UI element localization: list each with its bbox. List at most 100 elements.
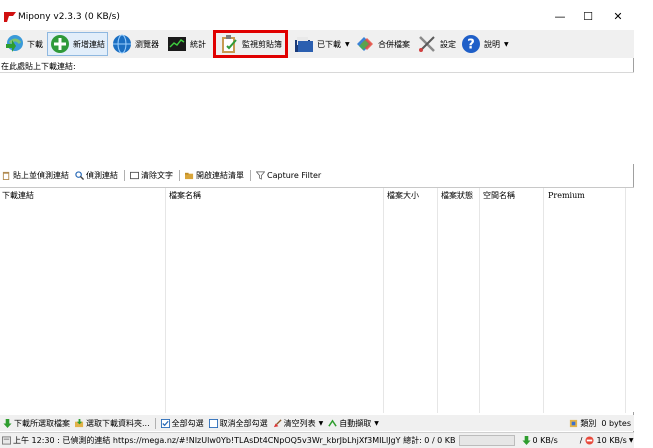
help-label: 說明 [484, 39, 500, 49]
browser-label: 瀏覽器 [135, 39, 159, 49]
chevron-down-icon: ▼ [374, 419, 379, 427]
deselect-all-label: 取消全部勾選 [219, 418, 268, 428]
help-button[interactable]: ? 說明 ▼ [461, 32, 509, 56]
stats-label: 統計 [190, 39, 206, 49]
bottom-toolbar: 下載所選取檔案 選取下載資料夾... 全部勾選 取消全部勾選 清空列表 ▼ 自動… [0, 415, 634, 431]
status-info-icon [2, 436, 11, 445]
auto-capture-button[interactable]: 自動擷取 ▼ [328, 418, 379, 429]
select-folder-button[interactable]: 選取下載資料夾... [75, 418, 150, 429]
toolbar-separator [250, 169, 251, 181]
detect-links-label: 偵測連結 [86, 170, 118, 180]
clear-text-button[interactable]: 清除文字 [130, 170, 173, 181]
download-globe-icon [6, 35, 23, 52]
settings-button[interactable]: 設定 [417, 32, 456, 56]
minimize-button[interactable]: — [546, 8, 574, 26]
column-header-filesize[interactable]: 檔案大小 [385, 188, 419, 204]
clear-text-label: 清除文字 [141, 170, 173, 180]
open-link-list-button[interactable]: 開啟連結清單 [185, 170, 244, 181]
new-link-label: 新增連結 [73, 39, 105, 49]
detect-links-button[interactable]: 偵測連結 [75, 170, 118, 181]
toolbar-separator [124, 169, 125, 181]
folder-arrow-icon [75, 418, 84, 427]
chevron-down-icon[interactable]: ▼ [629, 437, 634, 444]
column-divider [437, 188, 438, 413]
paste-hint: 在此處貼上下載連結: [1, 62, 76, 71]
open-folder-icon [185, 172, 194, 179]
clear-text-icon [130, 171, 139, 179]
download-button[interactable]: 下載 [4, 32, 43, 56]
column-divider [383, 188, 384, 413]
auto-capture-icon [328, 419, 337, 427]
column-header-filename[interactable]: 檔案名稱 [167, 188, 201, 204]
main-toolbar: 下載 新增連結 瀏覽器 統計 監視剪貼簿 已下載 ▼ 合併檔案 設定 ? 說明 … [0, 30, 634, 58]
download-selected-label: 下載所選取檔案 [14, 418, 70, 428]
chevron-down-icon: ▼ [318, 419, 324, 427]
add-icon [51, 35, 69, 53]
download-speed: 0 KB/s [532, 436, 558, 445]
app-window: Mipony v2.3.3 (0 KB/s) — ☐ ✕ 下載 新增連結 瀏覽器 [0, 0, 634, 448]
download-table[interactable]: 下載連結 檔案名稱 檔案大小 檔案狀態 空間名稱 Premium [0, 187, 634, 413]
chevron-down-icon: ▼ [345, 40, 350, 48]
column-header-status[interactable]: 檔案狀態 [439, 188, 473, 204]
total-size: 0 bytes [601, 418, 631, 428]
new-link-button[interactable]: 新增連結 [47, 32, 108, 56]
select-all-button[interactable]: 全部勾選 [160, 418, 204, 429]
window-title: Mipony v2.3.3 (0 KB/s) [18, 12, 120, 22]
capture-filter-label: Capture Filter [267, 170, 322, 180]
clear-list-label: 清空列表 [283, 418, 316, 428]
broom-icon [273, 418, 282, 427]
magnifier-icon [75, 170, 84, 180]
category-label: 類別 [580, 418, 597, 428]
speed-separator: / [579, 436, 583, 445]
select-all-label: 全部勾選 [171, 418, 204, 428]
clear-list-button[interactable]: 清空列表 ▼ [273, 418, 324, 429]
stats-button[interactable]: 統計 [167, 32, 206, 56]
category-indicator[interactable]: 類別 [569, 418, 596, 429]
link-toolbar: 貼上並偵測連結 偵測連結 清除文字 開啟連結清單 Capture Filter [0, 166, 634, 184]
category-icon [570, 419, 578, 427]
deselect-all-button[interactable]: 取消全部勾選 [208, 418, 268, 429]
link-paste-textarea[interactable] [0, 72, 634, 164]
toolbar-separator [154, 417, 156, 429]
toolbar-separator [179, 169, 180, 181]
download-speed-icon [521, 436, 531, 445]
svg-text:?: ? [467, 38, 475, 53]
downloaded-button[interactable]: 已下載 ▼ [294, 32, 350, 56]
merge-files-button[interactable]: 合併檔案 [355, 32, 410, 56]
highlight-box [213, 30, 288, 58]
desktop-background [634, 0, 653, 448]
paste-detect-button[interactable]: 貼上並偵測連結 [2, 170, 69, 181]
paste-detect-label: 貼上並偵測連結 [13, 170, 69, 180]
status-message: 上午 12:30 : 已偵測的連結 https://mega.nz/#!NIzU… [13, 436, 456, 445]
column-header-premium[interactable]: Premium [546, 188, 585, 204]
chevron-down-icon: ▼ [504, 40, 509, 48]
status-bar: 上午 12:30 : 已偵測的連結 https://mega.nz/#!NIzU… [0, 432, 634, 448]
merge-icon [357, 37, 373, 51]
column-header-host[interactable]: 空間名稱 [481, 188, 515, 204]
capture-filter-button[interactable]: Capture Filter [256, 171, 321, 180]
open-link-list-label: 開啟連結清單 [196, 170, 244, 180]
globe-icon [113, 34, 131, 54]
help-icon: ? [462, 35, 480, 53]
stats-monitor-icon [168, 37, 186, 51]
speed-limit-icon [585, 436, 595, 445]
download-selected-button[interactable]: 下載所選取檔案 [3, 418, 70, 429]
filter-icon [256, 171, 265, 180]
title-bar: Mipony v2.3.3 (0 KB/s) — ☐ ✕ [0, 0, 634, 30]
settings-label: 設定 [440, 39, 456, 49]
upload-speed[interactable]: 10 KB/s [596, 436, 626, 445]
merge-files-label: 合併檔案 [378, 39, 410, 49]
column-divider [479, 188, 480, 413]
column-header-link[interactable]: 下載連結 [0, 188, 34, 204]
maximize-button[interactable]: ☐ [574, 8, 602, 26]
browser-button[interactable]: 瀏覽器 [112, 32, 159, 56]
column-divider [165, 188, 166, 413]
progress-bar [458, 435, 515, 446]
mipony-logo-icon [4, 12, 16, 22]
checkbox-checked-icon [160, 418, 170, 428]
tools-icon [419, 36, 435, 52]
column-divider [625, 188, 626, 413]
close-button[interactable]: ✕ [604, 8, 632, 26]
select-folder-label: 選取下載資料夾... [86, 418, 150, 428]
download-label: 下載 [27, 39, 43, 49]
